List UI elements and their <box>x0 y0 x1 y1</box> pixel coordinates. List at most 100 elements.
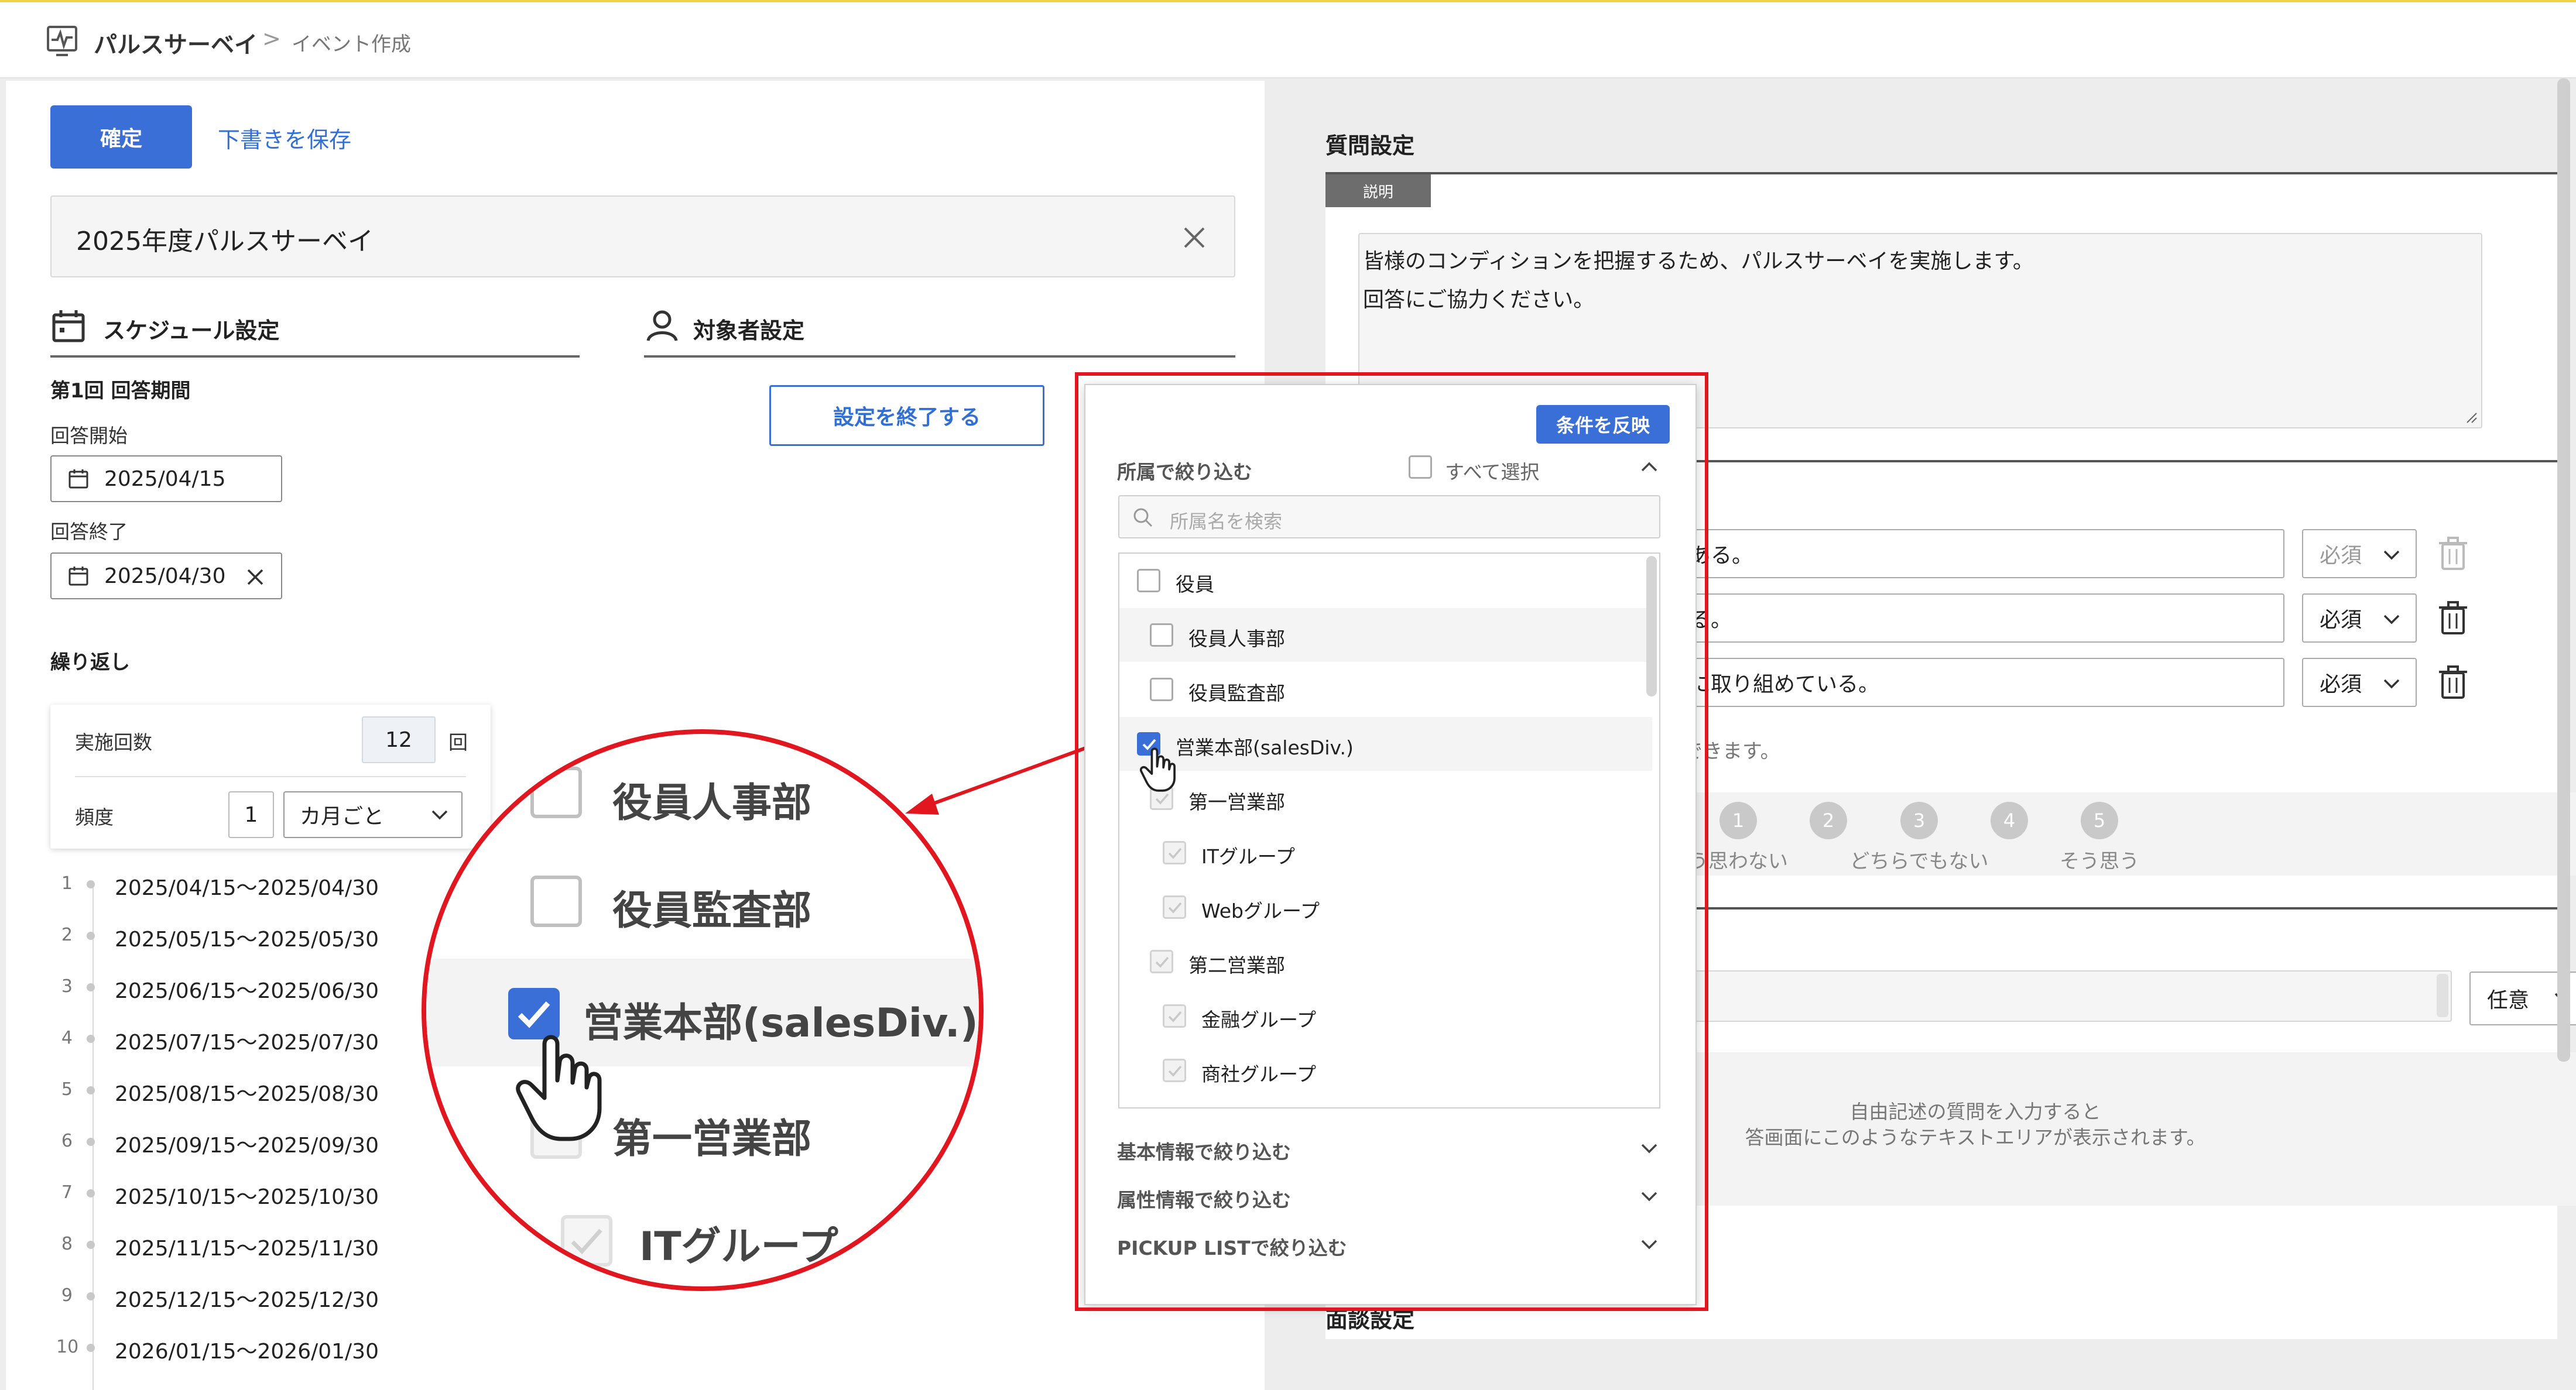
apply-conditions-button[interactable]: 条件を反映 <box>1536 405 1670 444</box>
required-select[interactable]: 必須 <box>2302 529 2417 578</box>
zoom-label: ITグループ <box>639 1224 838 1270</box>
dept-tree-item[interactable]: 金融グループ <box>1119 989 1652 1043</box>
dept-tree-item[interactable]: Webグループ <box>1119 880 1652 934</box>
dept-label: 金融グループ <box>1201 1008 1317 1031</box>
round-range: 2025/06/15〜2025/06/30 <box>115 979 379 1003</box>
scrollbar[interactable] <box>1646 556 1657 696</box>
end-date-label: 回答終了 <box>50 520 128 543</box>
attribute-filter-title[interactable]: 属性情報で絞り込む <box>1117 1185 1291 1213</box>
calendar-icon <box>68 469 88 489</box>
scrollbar[interactable] <box>2437 974 2448 1017</box>
calendar-icon <box>68 567 88 586</box>
finish-target-setting-button[interactable]: 設定を終了する <box>769 385 1044 446</box>
round-index: 1 <box>61 873 73 894</box>
repeat-settings-card: 実施回数 12 回 頻度 1 カ月ごと <box>50 705 491 849</box>
zoom-label: 第一営業部 <box>612 1116 812 1162</box>
chevron-down-icon <box>2383 550 2400 560</box>
select-all-checkbox[interactable] <box>1409 455 1432 479</box>
trash-icon[interactable] <box>2437 536 2469 571</box>
chevron-down-icon[interactable] <box>1640 1189 1658 1202</box>
dept-tree-item[interactable]: 第一営業部 <box>1119 771 1652 825</box>
timeline-dot <box>87 1292 95 1300</box>
confirm-button[interactable]: 確定 <box>50 105 192 169</box>
required-value: 必須 <box>2320 608 2362 632</box>
dept-checkbox[interactable] <box>1150 623 1173 647</box>
dept-tree-item[interactable]: 役員監査部 <box>1119 663 1652 716</box>
question-text-input[interactable]: ある。 <box>1683 529 2284 578</box>
scale-point: 5 <box>2081 802 2118 839</box>
dept-tree-item[interactable]: 商社グループ <box>1119 1044 1652 1097</box>
dept-search-input[interactable]: 所属名を検索 <box>1118 495 1660 538</box>
frequency-label: 頻度 <box>75 806 114 829</box>
dept-tree-item[interactable]: 第二営業部 <box>1119 935 1652 989</box>
freeform-preview-line-1: 自由記述の質問を入力すると <box>1849 1100 2101 1123</box>
dept-checkbox[interactable] <box>1150 950 1173 973</box>
pickup-list-filter-title[interactable]: PICKUP LISTで絞り込む <box>1117 1233 1347 1261</box>
resize-handle-icon[interactable] <box>2465 411 2478 424</box>
chevron-up-icon[interactable] <box>1640 460 1658 473</box>
dept-checkbox[interactable] <box>1150 678 1173 701</box>
dept-label: 第二営業部 <box>1188 954 1285 977</box>
dept-checkbox[interactable] <box>1163 1059 1186 1082</box>
clear-icon[interactable] <box>1183 226 1206 249</box>
timeline-dot <box>87 1138 95 1146</box>
zoom-label: 役員人事部 <box>612 780 812 826</box>
start-date-picker[interactable]: 2025/04/15 <box>50 455 282 502</box>
chevron-down-icon[interactable] <box>1640 1141 1658 1154</box>
round-index: 10 <box>56 1337 79 1357</box>
timeline-line <box>93 883 94 1390</box>
save-draft-link[interactable]: 下書きを保存 <box>218 122 351 154</box>
frequency-input[interactable]: 1 <box>228 791 274 838</box>
checkmark-icon <box>571 1228 602 1255</box>
required-select[interactable]: 必須 <box>2302 593 2417 643</box>
scale-point: 2 <box>1810 802 1847 839</box>
event-title-field[interactable]: 2025年度パルスサーベイ <box>50 195 1235 277</box>
dept-checkbox[interactable] <box>1163 841 1186 864</box>
dept-tree-item[interactable]: 役員人事部 <box>1119 608 1652 662</box>
dept-tree-item[interactable]: 役員 <box>1119 554 1652 608</box>
dept-tree-item[interactable]: ITグループ <box>1119 826 1652 880</box>
round-range: 2025/11/15〜2025/11/30 <box>115 1237 379 1261</box>
required-select[interactable]: 必須 <box>2302 658 2417 707</box>
dept-checkbox[interactable] <box>1163 1004 1186 1028</box>
schedule-section-label: スケジュール設定 <box>103 318 280 344</box>
timeline-dot <box>87 983 95 991</box>
trash-icon[interactable] <box>2437 665 2469 700</box>
count-label: 実施回数 <box>75 731 152 754</box>
timeline-dot <box>87 1241 95 1249</box>
zoom-label: 役員監査部 <box>612 888 812 934</box>
checkmark-icon <box>1168 847 1182 859</box>
dept-tree-item[interactable]: 営業本部(salesDiv.) <box>1119 717 1652 771</box>
zoom-row: 役員人事部 <box>426 739 979 846</box>
page-scrollbar[interactable] <box>2557 78 2570 1062</box>
dept-tree-list[interactable]: 役員 役員人事部 役員監査部 営業本部(salesDiv.) 第一営業部 ITグループ We… <box>1118 552 1660 1108</box>
end-date-picker[interactable]: 2025/04/30 <box>50 552 282 599</box>
breadcrumb-app[interactable]: パルスサーベイ <box>94 26 258 60</box>
description-tab[interactable]: 説明 <box>1325 174 1431 207</box>
zoom-row: ITグループ <box>426 1179 979 1286</box>
dept-filter-title[interactable]: 所属で絞り込む <box>1117 457 1252 485</box>
repeat-title: 繰り返し <box>50 651 130 674</box>
search-placeholder: 所属名を検索 <box>1170 510 1283 533</box>
checkmark-icon <box>1168 1011 1182 1022</box>
question-text-input[interactable]: に取り組めている。 <box>1683 658 2284 707</box>
required-value: 必須 <box>2320 544 2362 568</box>
chevron-down-icon[interactable] <box>1640 1237 1658 1250</box>
interview-section-title: 面談設定 <box>1325 1307 1415 1333</box>
question-text-input[interactable]: る。 <box>1683 593 2284 643</box>
round-range: 2025/10/15〜2025/10/30 <box>115 1185 379 1209</box>
department-filter-popup: 条件を反映 所属で絞り込む すべて選択 所属名を検索 役員 役員人事部 役員監査部営… <box>1084 384 1697 1305</box>
start-date-label: 回答開始 <box>50 424 128 447</box>
clear-icon[interactable] <box>246 568 265 586</box>
scale-point: 4 <box>1991 802 2028 839</box>
basic-info-filter-title[interactable]: 基本情報で絞り込む <box>1117 1137 1291 1165</box>
scale-label: そう思う <box>2060 850 2139 873</box>
dept-checkbox[interactable] <box>1137 569 1160 592</box>
freeform-question-input[interactable] <box>1683 970 2452 1022</box>
count-input[interactable]: 12 <box>362 716 436 763</box>
dept-checkbox[interactable] <box>1163 895 1186 919</box>
timeline-dot <box>87 1189 95 1197</box>
round-range: 2025/05/15〜2025/05/30 <box>115 928 379 952</box>
zoom-label: 営業本部(salesDiv.) <box>583 1000 978 1046</box>
trash-icon[interactable] <box>2437 600 2469 636</box>
